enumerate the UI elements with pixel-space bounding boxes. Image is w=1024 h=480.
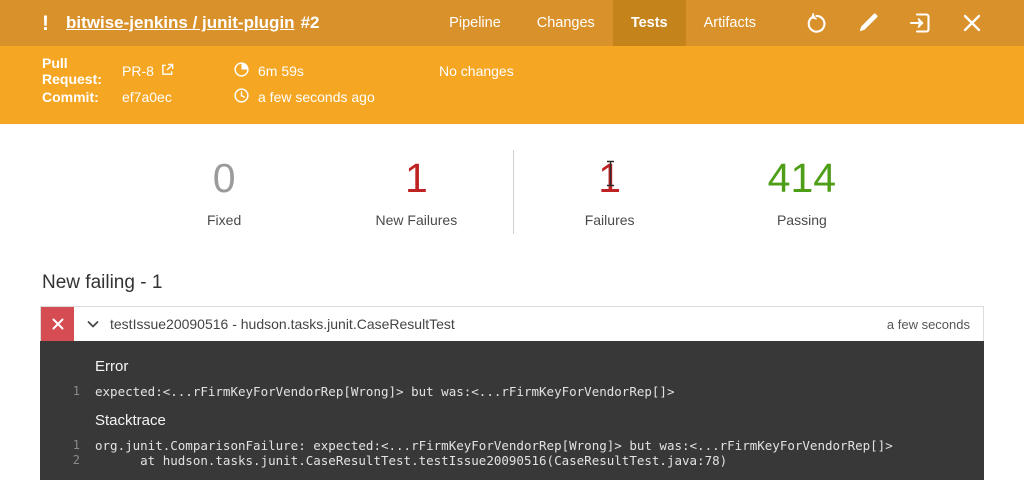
commit-label: Commit: — [42, 89, 122, 105]
run-info-bar: Pull Request: PR-8 6m 59s — [0, 46, 1024, 124]
pull-request-label: Pull Request: — [42, 55, 122, 87]
log-line: 1 org.junit.ComparisonFailure: expected:… — [40, 438, 984, 453]
test-log-console: Error 1 expected:<...rFirmKeyForVendorRe… — [40, 341, 984, 480]
edit-pencil-icon[interactable] — [856, 11, 880, 35]
fixed-count: 0 — [128, 156, 320, 201]
blueocean-test-results-page: ! bitwise-jenkins / junit-plugin #2 Pipel… — [0, 0, 1024, 480]
close-icon[interactable] — [960, 11, 984, 35]
log-line-text: at hudson.tasks.junit.CaseResultTest.tes… — [80, 453, 727, 468]
tab-tests[interactable]: Tests — [613, 0, 686, 46]
test-summary: 0 Fixed 1 New Failures 1 Failures 414 Pa… — [128, 150, 898, 234]
go-to-classic-icon[interactable] — [908, 11, 932, 35]
build-number: #2 — [301, 13, 320, 32]
info-row-commit: Commit: ef7a0ec a few seconds ago — [42, 84, 1024, 110]
summary-new-failures: 1 New Failures — [320, 156, 512, 227]
failing-test-row[interactable]: testIssue20090516 - hudson.tasks.junit.C… — [40, 306, 984, 341]
test-duration: a few seconds — [887, 307, 983, 341]
text-cursor-ibeam — [605, 160, 616, 192]
clock-icon — [234, 88, 249, 106]
topbar-spacer — [319, 0, 431, 46]
new-failures-label: New Failures — [320, 212, 512, 228]
run-tabs: Pipeline Changes Tests Artifacts — [431, 0, 774, 46]
tab-changes[interactable]: Changes — [519, 0, 613, 46]
line-number: 2 — [40, 453, 80, 468]
external-link-icon[interactable] — [161, 63, 174, 76]
finished-time-info: a few seconds ago — [234, 88, 439, 106]
duration-text: 6m 59s — [258, 63, 304, 79]
topbar-actions — [774, 0, 1024, 46]
unstable-status-icon: ! — [42, 13, 49, 34]
chevron-down-icon[interactable] — [86, 307, 100, 341]
tab-pipeline[interactable]: Pipeline — [431, 0, 519, 46]
log-line: 2 at hudson.tasks.junit.CaseResultTest.t… — [40, 453, 984, 468]
log-line-text: expected:<...rFirmKeyForVendorRep[Wrong]… — [80, 384, 674, 399]
tab-artifacts[interactable]: Artifacts — [686, 0, 774, 46]
info-row-pull-request: Pull Request: PR-8 6m 59s — [42, 58, 1024, 84]
line-number: 1 — [40, 384, 80, 399]
finished-time-text: a few seconds ago — [258, 89, 375, 105]
top-bar: ! bitwise-jenkins / junit-plugin #2 Pipel… — [0, 0, 1024, 46]
summary-passing: 414 Passing — [706, 156, 898, 227]
commit-hash: ef7a0ec — [122, 89, 234, 105]
summary-fixed: 0 Fixed — [128, 156, 320, 227]
pull-request-link[interactable]: PR-8 — [122, 63, 234, 79]
run-header: ! bitwise-jenkins / junit-plugin #2 — [0, 0, 319, 46]
log-line-text: org.junit.ComparisonFailure: expected:<.… — [80, 438, 893, 453]
changes-text: No changes — [439, 63, 514, 79]
stacktrace-heading: Stacktrace — [40, 412, 984, 429]
duration-icon — [234, 62, 249, 80]
test-name: testIssue20090516 - hudson.tasks.junit.C… — [110, 307, 887, 341]
duration-info: 6m 59s — [234, 62, 439, 80]
failures-label: Failures — [514, 212, 706, 228]
log-line: 1 expected:<...rFirmKeyForVendorRep[Wron… — [40, 384, 984, 399]
new-failures-count: 1 — [320, 156, 512, 201]
failure-x-icon — [41, 307, 74, 341]
error-heading: Error — [40, 358, 984, 375]
passing-label: Passing — [706, 212, 898, 228]
section-title-new-failing: New failing - 1 — [42, 272, 1024, 294]
summary-failures: 1 Failures — [514, 156, 706, 227]
run-title-link[interactable]: bitwise-jenkins / junit-plugin #2 — [66, 13, 319, 33]
fixed-label: Fixed — [128, 212, 320, 228]
passing-count: 414 — [706, 156, 898, 201]
replay-icon[interactable] — [804, 11, 828, 35]
pipeline-name-link[interactable]: bitwise-jenkins / junit-plugin — [66, 13, 295, 32]
line-number: 1 — [40, 438, 80, 453]
